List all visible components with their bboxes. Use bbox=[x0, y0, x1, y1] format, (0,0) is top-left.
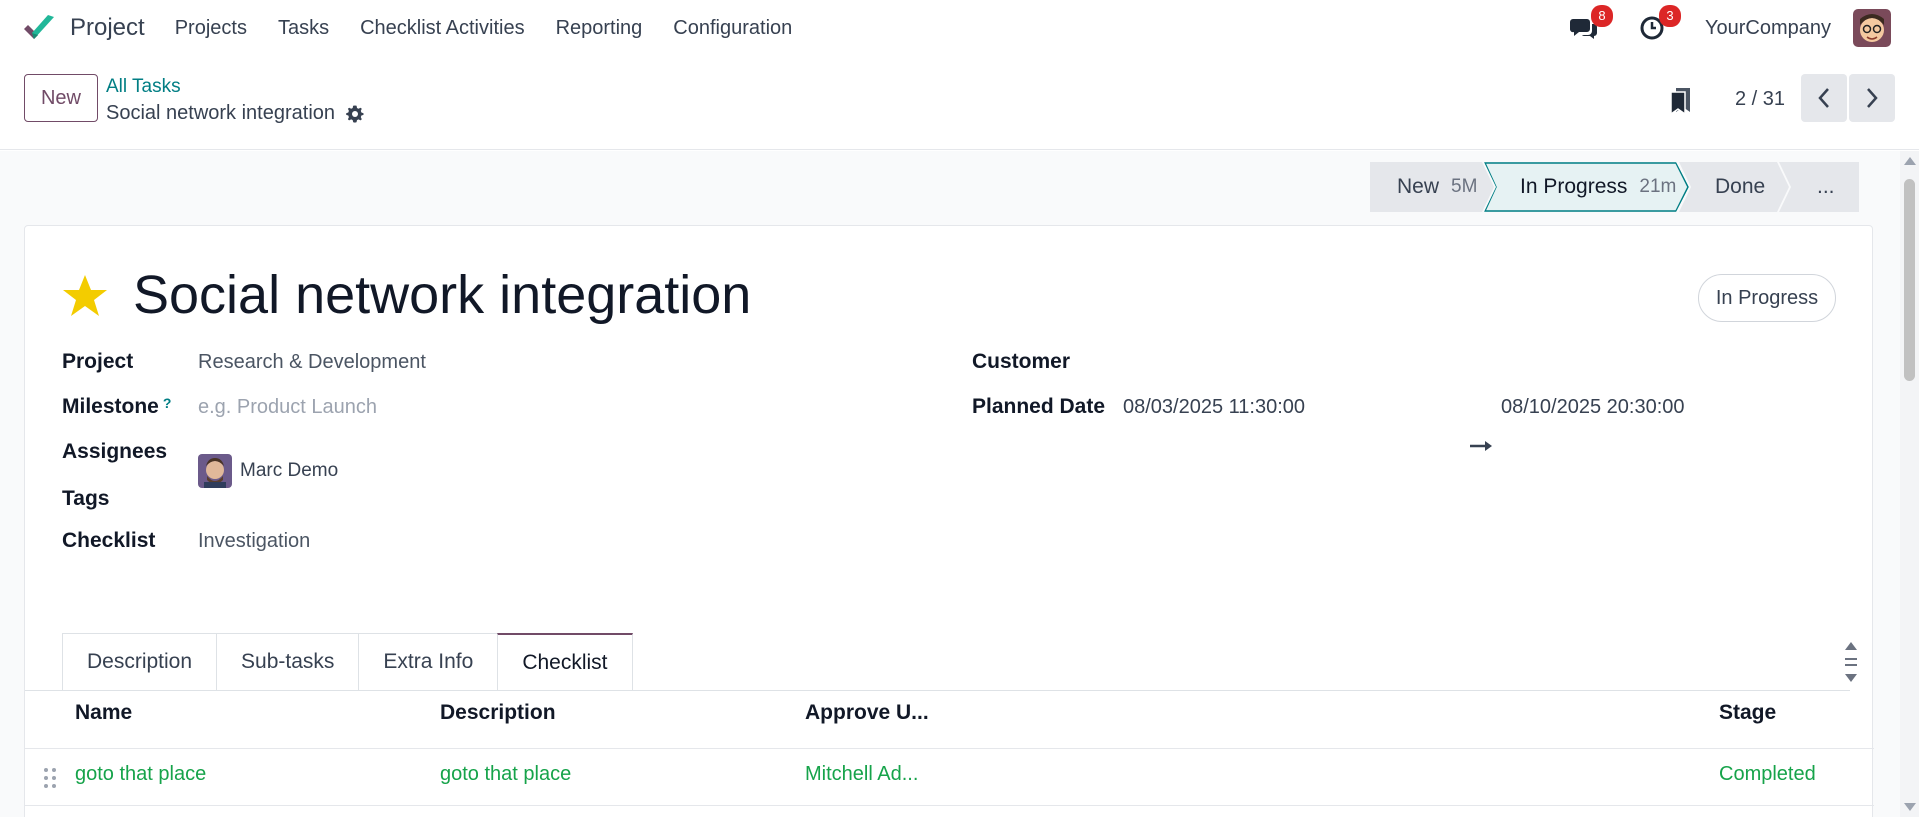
breadcrumb-all-tasks[interactable]: All Tasks bbox=[106, 76, 181, 98]
arrow-right-icon bbox=[1470, 441, 1492, 451]
form-sheet: Social network integration In Progress P… bbox=[24, 225, 1874, 817]
milestone-label-text: Milestone bbox=[62, 395, 159, 418]
stage-done[interactable]: Done bbox=[1679, 162, 1789, 212]
cell-stage[interactable]: Completed bbox=[1719, 763, 1816, 786]
checklist-field[interactable]: Investigation bbox=[198, 530, 310, 553]
cell-approve-user[interactable]: Mitchell Ad... bbox=[805, 763, 918, 786]
stage-new-label: New bbox=[1397, 175, 1440, 198]
chevron-right-icon bbox=[1867, 88, 1878, 108]
scroll-down-arrow[interactable] bbox=[1904, 803, 1916, 811]
menu-checklist-activities[interactable]: Checklist Activities bbox=[360, 17, 525, 40]
scroll-up-arrow[interactable] bbox=[1904, 157, 1916, 165]
project-app-icon bbox=[24, 15, 54, 39]
tab-extra-info[interactable]: Extra Info bbox=[358, 633, 499, 690]
planned-date-start[interactable]: 08/03/2025 11:30:00 bbox=[1123, 396, 1305, 419]
column-stage[interactable]: Stage bbox=[1719, 701, 1776, 725]
breadcrumb-current-label: Social network integration bbox=[106, 102, 336, 124]
milestone-label: Milestone? bbox=[62, 395, 171, 419]
project-label: Project bbox=[62, 350, 134, 373]
resize-handle-icon[interactable] bbox=[1843, 638, 1859, 686]
company-switcher[interactable]: YourCompany bbox=[1705, 17, 1831, 40]
assignee-name: Marc Demo bbox=[240, 460, 339, 481]
stage-more-label: ... bbox=[1817, 175, 1835, 198]
main-menu: Projects Tasks Checklist Activities Repo… bbox=[175, 17, 824, 40]
scroll-thumb[interactable] bbox=[1904, 179, 1915, 381]
cell-name[interactable]: goto that place bbox=[75, 763, 206, 786]
menu-projects[interactable]: Projects bbox=[175, 17, 247, 40]
breadcrumb-current: Social network integration bbox=[106, 102, 365, 125]
cell-description[interactable]: goto that place bbox=[440, 763, 571, 786]
column-name[interactable]: Name bbox=[75, 701, 132, 725]
planned-date-end[interactable]: 08/10/2025 20:30:00 bbox=[1501, 396, 1685, 419]
app-name: Project bbox=[70, 14, 145, 41]
pager-value[interactable]: 2 / 31 bbox=[1735, 88, 1785, 111]
gear-icon[interactable] bbox=[345, 104, 365, 124]
assignee-avatar bbox=[198, 454, 232, 488]
assignee-tag[interactable]: Marc Demo bbox=[198, 454, 338, 488]
messages-button[interactable]: 8 bbox=[1569, 5, 1613, 43]
stage-more-button[interactable]: ... bbox=[1779, 162, 1859, 212]
customer-label: Customer bbox=[972, 350, 1071, 373]
project-field[interactable]: Research & Development bbox=[198, 351, 426, 374]
planned-date-label: Planned Date bbox=[972, 395, 1106, 418]
stage-new-time: 5M bbox=[1451, 176, 1478, 197]
table-header: Name Description Approve U... Stage bbox=[25, 691, 1874, 749]
menu-reporting[interactable]: Reporting bbox=[556, 17, 643, 40]
drag-handle-icon[interactable] bbox=[43, 767, 57, 789]
column-description[interactable]: Description bbox=[440, 701, 556, 725]
table-row[interactable]: goto that place goto that place Mitchell… bbox=[25, 749, 1874, 806]
tab-sub-tasks[interactable]: Sub-tasks bbox=[216, 633, 360, 690]
assignee-avatar-image bbox=[198, 454, 232, 488]
menu-configuration[interactable]: Configuration bbox=[673, 17, 792, 40]
menu-tasks[interactable]: Tasks bbox=[278, 17, 329, 40]
tags-label: Tags bbox=[62, 487, 110, 510]
stage-in-progress-label: In Progress bbox=[1520, 175, 1628, 198]
notebook-tabs: Description Sub-tasks Extra Info Checkli… bbox=[62, 633, 633, 690]
form-view: New 5M In Progress 21m Done ... Social n… bbox=[0, 151, 1900, 817]
stage-new[interactable]: New 5M bbox=[1370, 162, 1494, 212]
navbar-systray: 8 3 YourCompany bbox=[1569, 0, 1919, 56]
stage-in-progress[interactable]: In Progress 21m bbox=[1484, 162, 1689, 212]
milestone-field[interactable]: e.g. Product Launch bbox=[198, 396, 377, 419]
column-approve-user[interactable]: Approve U... bbox=[805, 701, 929, 725]
top-navbar: Project Projects Tasks Checklist Activit… bbox=[0, 0, 1919, 56]
app-brand[interactable]: Project bbox=[22, 13, 145, 43]
activities-button[interactable]: 3 bbox=[1637, 5, 1681, 43]
user-avatar-image bbox=[1853, 9, 1891, 47]
stage-done-label: Done bbox=[1715, 175, 1766, 198]
customer-field[interactable] bbox=[1123, 350, 1723, 376]
chevron-left-icon bbox=[1818, 88, 1829, 108]
task-title[interactable]: Social network integration bbox=[133, 264, 751, 326]
new-button[interactable]: New bbox=[24, 74, 98, 122]
checklist-label: Checklist bbox=[62, 529, 156, 552]
pager-previous-button[interactable] bbox=[1801, 74, 1847, 122]
user-avatar[interactable] bbox=[1853, 9, 1891, 47]
help-icon[interactable]: ? bbox=[163, 395, 172, 411]
stage-in-progress-time: 21m bbox=[1639, 176, 1677, 197]
pager-next-button[interactable] bbox=[1849, 74, 1895, 122]
tab-checklist[interactable]: Checklist bbox=[497, 633, 633, 690]
control-panel: New All Tasks Social network integration… bbox=[0, 56, 1919, 150]
task-state-button[interactable]: In Progress bbox=[1698, 274, 1836, 322]
assignees-label: Assignees bbox=[62, 440, 168, 463]
tab-description[interactable]: Description bbox=[62, 633, 218, 690]
bookmark-icon[interactable] bbox=[1668, 86, 1694, 116]
messages-badge: 8 bbox=[1590, 5, 1613, 27]
page-scrollbar[interactable] bbox=[1900, 151, 1919, 817]
tags-field[interactable] bbox=[198, 487, 698, 513]
stage-statusbar: New 5M In Progress 21m Done ... bbox=[1370, 162, 1859, 212]
star-icon[interactable] bbox=[61, 272, 109, 320]
activities-badge: 3 bbox=[1658, 5, 1681, 27]
